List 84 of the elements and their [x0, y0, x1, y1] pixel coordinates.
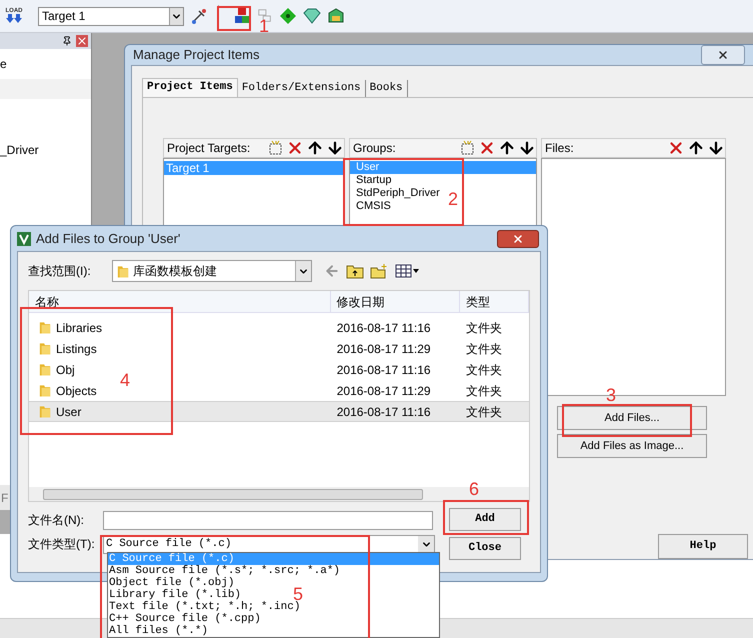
field-label: 查找范围(I): — [28, 263, 92, 280]
app-logo-icon — [17, 232, 31, 246]
target-select[interactable]: Target 1 — [38, 6, 184, 26]
new-folder-icon[interactable] — [370, 263, 388, 279]
file-name[interactable]: Objects — [56, 382, 97, 400]
tab-label[interactable]: F — [0, 488, 8, 506]
table-cell-text: 2016-08-17 11:16 — [336, 320, 432, 336]
look-in-select[interactable]: 库函数模板创建 — [112, 260, 312, 282]
dropdown-option[interactable]: All files (*.*) — [108, 625, 210, 637]
table-cell-text: 文件夹 — [465, 362, 504, 378]
folder-icon — [39, 320, 51, 335]
list-label: Groups: — [353, 140, 396, 157]
table-cell-text: 文件夹 — [465, 404, 504, 420]
file-name[interactable]: Libraries — [56, 318, 102, 336]
list-item[interactable]: StdPeriph_Driver — [350, 187, 441, 200]
add-button[interactable]: Add — [449, 508, 521, 531]
close-icon — [717, 49, 729, 61]
dropdown-option[interactable]: Text file (*.txt; *.h; *.inc) — [108, 601, 302, 613]
add-files-as-image-button[interactable]: Add Files as Image... — [557, 434, 707, 458]
tree-item[interactable]: e — [0, 55, 7, 73]
pin-icon[interactable] — [62, 36, 72, 46]
new-item-icon[interactable] — [268, 140, 284, 156]
annotation-box — [217, 6, 251, 31]
close-button[interactable] — [701, 45, 745, 65]
table-cell-text: 文件夹 — [465, 382, 504, 400]
window-title: Manage Project Items — [133, 46, 260, 64]
folder-icon — [39, 362, 51, 377]
move-down-icon[interactable] — [707, 139, 725, 157]
column-header[interactable]: 修改日期 — [330, 291, 460, 312]
close-button[interactable] — [497, 230, 539, 248]
folder-icon — [39, 404, 51, 419]
table-cell-text: 文件夹 — [465, 340, 504, 358]
diamond-icon[interactable] — [279, 7, 297, 25]
wand-icon[interactable] — [190, 7, 208, 25]
move-up-icon[interactable] — [306, 139, 324, 157]
table-cell-text: 2016-08-17 11:16 — [336, 362, 432, 378]
column-header[interactable]: 名称 — [29, 291, 331, 312]
list-label: Files: — [545, 140, 574, 157]
file-name-field[interactable] — [103, 510, 433, 530]
add-files-button[interactable]: Add Files... — [557, 406, 707, 430]
gem-icon[interactable] — [303, 7, 321, 25]
list-label: Project Targets: — [167, 140, 250, 157]
list-item[interactable]: Startup — [350, 174, 392, 187]
download-arrows-icon[interactable] — [6, 14, 22, 24]
column-header[interactable]: 类型 — [460, 291, 529, 312]
up-folder-icon[interactable] — [346, 263, 364, 279]
table-cell-text: 文件夹 — [465, 320, 504, 336]
dropdown-option[interactable]: Asm Source file (*.s*; *.src; *.a*) — [108, 565, 342, 577]
annotation-number: 2 — [448, 190, 458, 208]
dropdown-option[interactable]: Library file (*.lib) — [108, 589, 244, 601]
field-label: 文件类型(T): — [28, 536, 96, 553]
annotation-number: 1 — [259, 17, 270, 35]
dropdown-option[interactable]: Object file (*.obj) — [108, 577, 236, 589]
annotation-number: 4 — [120, 371, 130, 389]
move-up-icon[interactable] — [687, 139, 705, 157]
file-row[interactable]: User 2016-08-17 11:16 文件夹 — [29, 401, 529, 422]
close-button[interactable]: Close — [449, 537, 521, 560]
file-name[interactable]: Obj — [56, 360, 75, 378]
help-button[interactable]: Help — [658, 534, 748, 559]
folder-icon — [39, 341, 51, 356]
dropdown-option[interactable]: C++ Source file (*.cpp) — [108, 613, 263, 625]
tab[interactable]: Books — [366, 80, 408, 97]
annotation-number: 3 — [606, 386, 616, 404]
move-down-icon[interactable] — [518, 139, 536, 157]
components-icon[interactable] — [233, 7, 251, 25]
annotation-number: 6 — [469, 480, 480, 498]
move-down-icon[interactable] — [326, 139, 344, 157]
view-menu-icon[interactable] — [394, 264, 420, 278]
close-icon — [512, 232, 524, 244]
list-item[interactable]: CMSIS — [350, 200, 392, 213]
move-up-icon[interactable] — [498, 139, 516, 157]
table-cell-text: 2016-08-17 11:16 — [336, 404, 432, 420]
window-title: Add Files to Group 'User' — [36, 230, 180, 248]
tab[interactable]: Project Items — [142, 78, 238, 97]
table-cell-text: 2016-08-17 11:29 — [336, 382, 432, 400]
tree-item[interactable]: _Driver — [0, 141, 91, 159]
field-label: 文件名(N): — [28, 512, 85, 529]
table-cell-text: 2016-08-17 11:29 — [336, 340, 432, 358]
new-item-icon[interactable] — [460, 140, 476, 156]
file-name[interactable]: Listings — [56, 340, 97, 358]
folder-icon — [39, 383, 51, 398]
folder-icon — [117, 264, 129, 278]
close-icon[interactable] — [76, 35, 88, 47]
file-name[interactable]: User — [56, 402, 82, 420]
